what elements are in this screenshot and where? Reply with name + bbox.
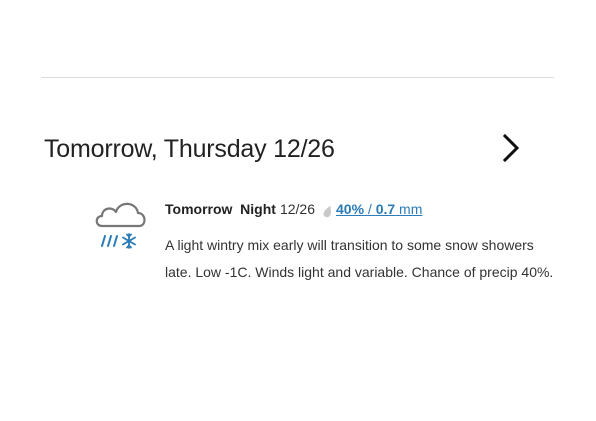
rain-snow-mix-icon xyxy=(92,196,148,254)
period-name: Tomorrow Night xyxy=(165,201,276,217)
period-header: Tomorrow Night 12/26 40% / 0.7 mm xyxy=(165,199,422,219)
section-divider xyxy=(41,77,554,78)
precipitation-link[interactable]: 40% / 0.7 mm xyxy=(336,199,422,219)
forecast-description: A light wintry mix early will transition… xyxy=(165,237,554,280)
day-title: Tomorrow, Thursday 12/26 xyxy=(44,135,335,163)
period-date: 12/26 xyxy=(279,201,315,217)
precip-separator: / xyxy=(364,201,376,217)
precip-unit: mm xyxy=(395,201,423,217)
chevron-right-icon[interactable] xyxy=(498,130,524,166)
precip-amount: 0.7 xyxy=(375,201,396,217)
precip-percent: 40% xyxy=(336,201,365,217)
raindrop-icon xyxy=(322,203,333,217)
